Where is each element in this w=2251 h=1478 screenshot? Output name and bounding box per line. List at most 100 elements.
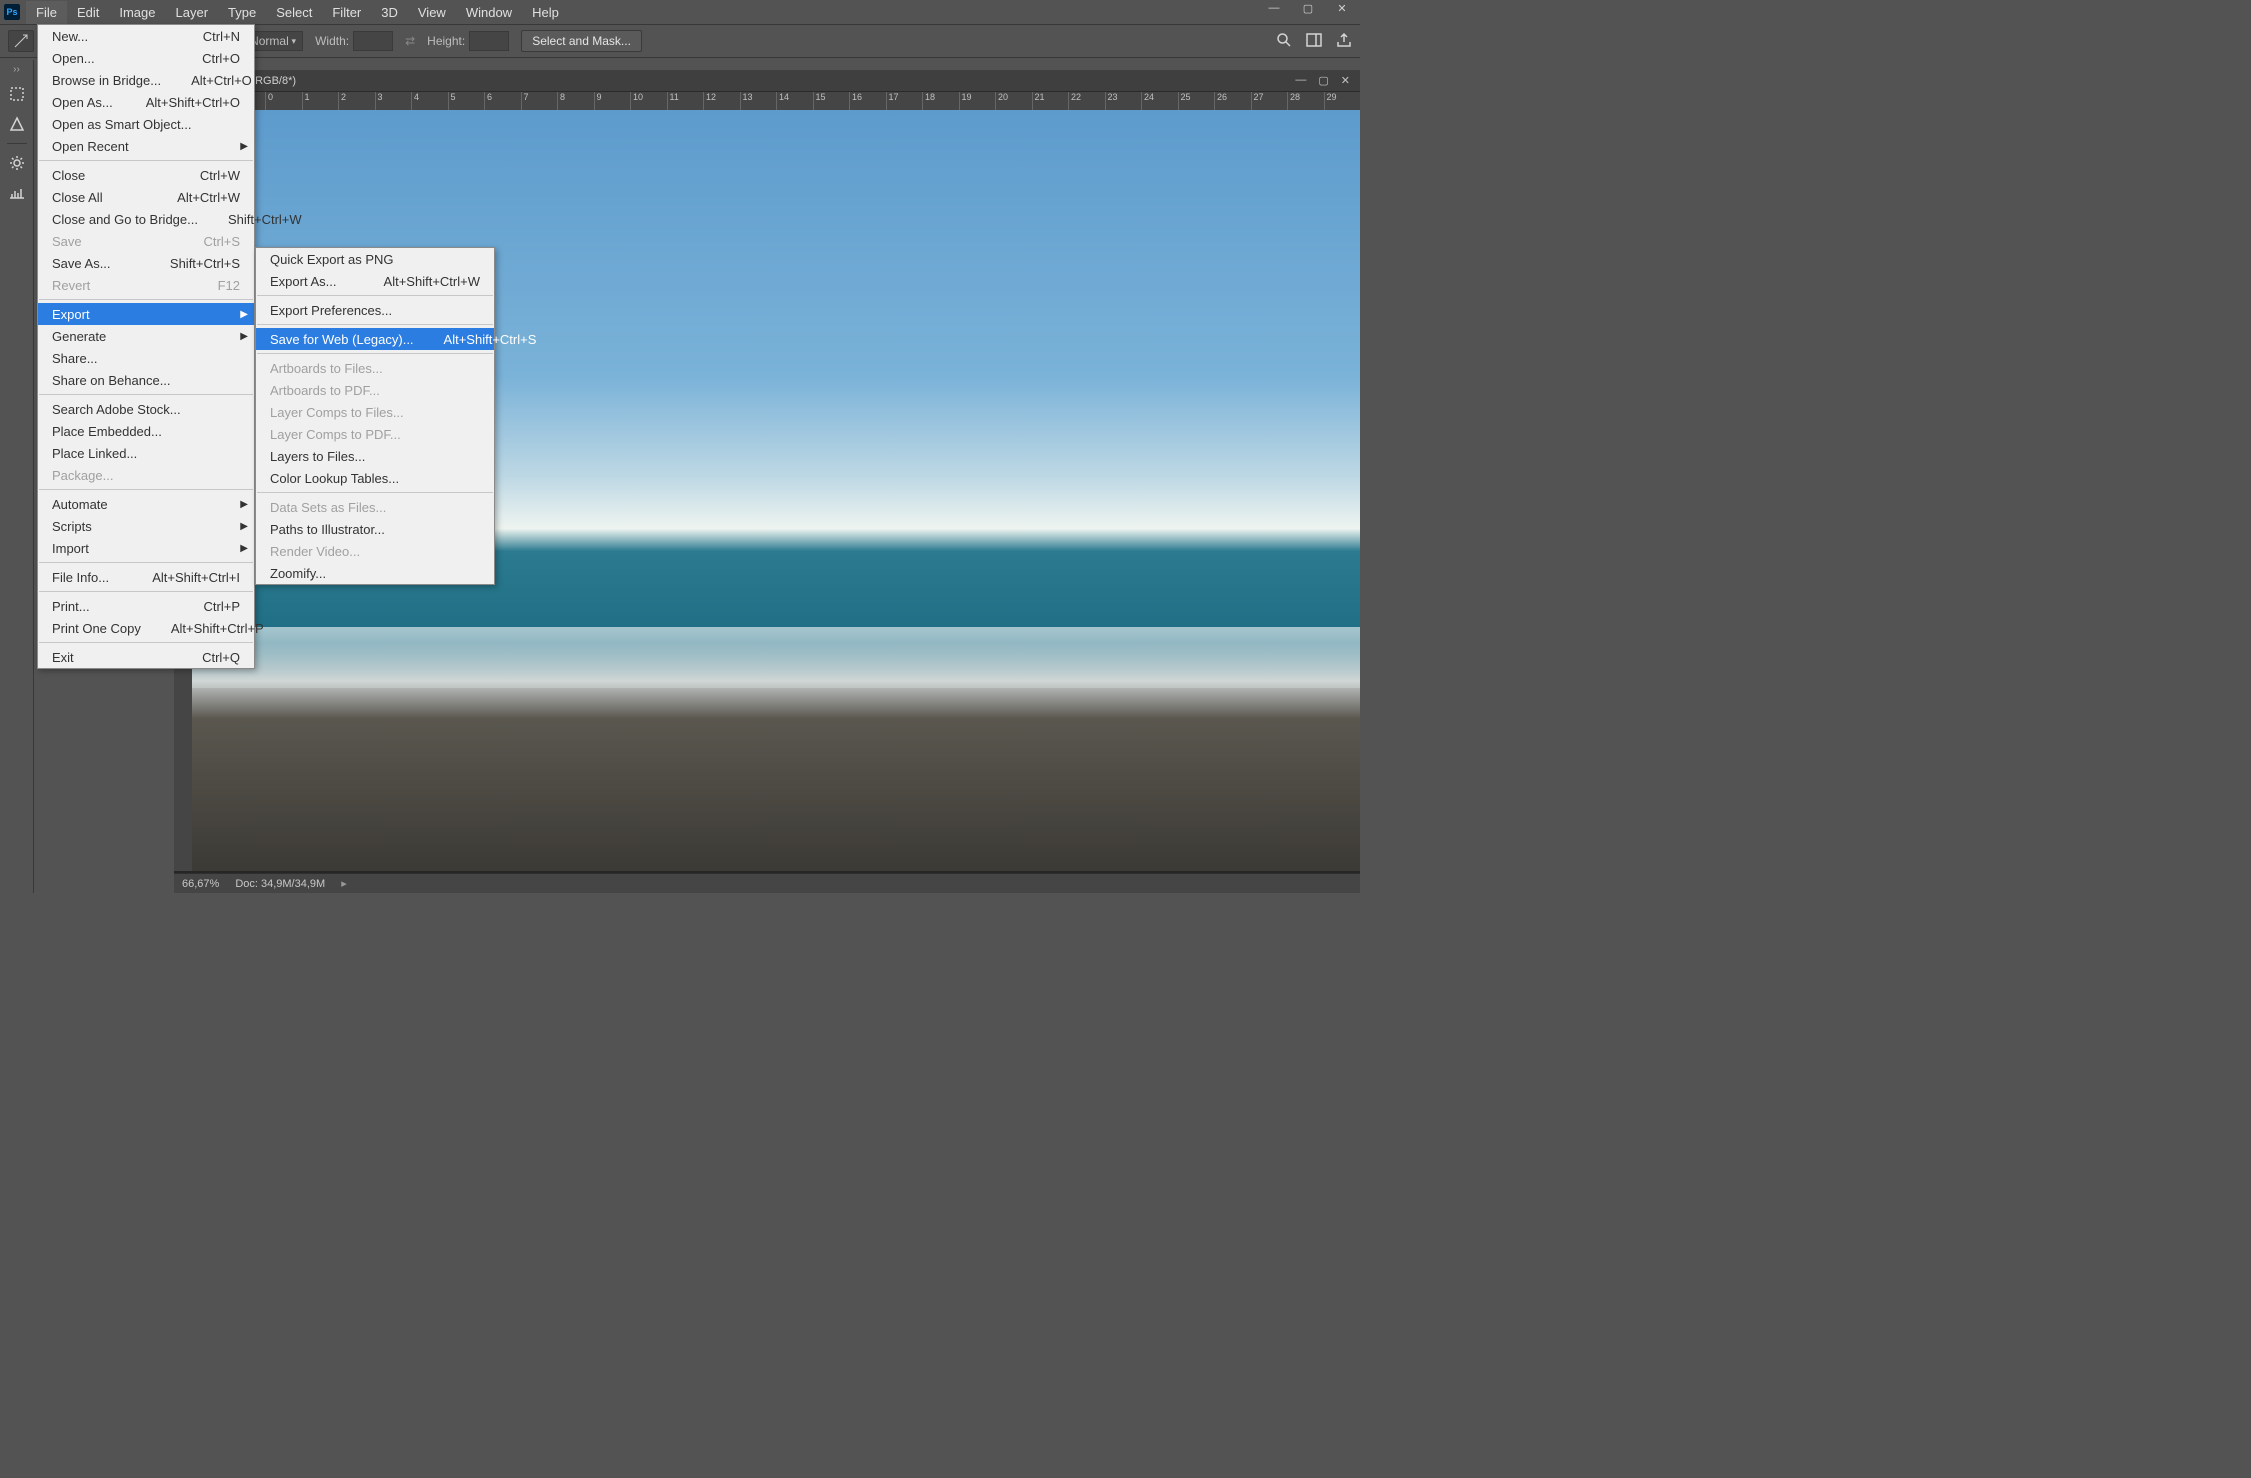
close-button[interactable]: ✕ (1330, 2, 1354, 15)
file-menu-shortcut-1: Ctrl+O (172, 51, 240, 66)
export-menu-label-5: Save for Web (Legacy)... (270, 332, 414, 347)
file-menu-label-17: Share on Behance... (52, 373, 171, 388)
export-menu-item-17[interactable]: Zoomify... (256, 562, 494, 584)
left-tool-strip: ›› (0, 60, 34, 893)
file-menu-item-24[interactable]: Automate▶ (38, 493, 254, 515)
file-menu-label-9: Close and Go to Bridge... (52, 212, 198, 227)
menu-window[interactable]: Window (456, 1, 522, 24)
export-menu-item-15[interactable]: Paths to Illustrator... (256, 518, 494, 540)
doc-close-icon[interactable]: ✕ (1341, 74, 1350, 87)
file-menu-label-26: Import (52, 541, 89, 556)
window-controls: — ▢ ✕ (1262, 2, 1354, 15)
menu-edit[interactable]: Edit (67, 1, 109, 24)
swap-icon[interactable]: ⇄ (405, 34, 415, 48)
file-menu-label-15: Generate (52, 329, 106, 344)
file-menu-item-31[interactable]: Print One CopyAlt+Shift+Ctrl+P (38, 617, 254, 639)
tool-icon-1[interactable] (6, 83, 28, 105)
export-menu-item-1[interactable]: Export As...Alt+Shift+Ctrl+W (256, 270, 494, 292)
file-menu-item-17[interactable]: Share on Behance... (38, 369, 254, 391)
file-menu-item-19[interactable]: Search Adobe Stock... (38, 398, 254, 420)
menu-file[interactable]: File (26, 1, 67, 24)
export-menu-shortcut-5: Alt+Shift+Ctrl+S (414, 332, 537, 347)
file-menu-item-21[interactable]: Place Linked... (38, 442, 254, 464)
file-menu-shortcut-0: Ctrl+N (173, 29, 240, 44)
file-menu-shortcut-2: Alt+Ctrl+O (161, 73, 252, 88)
file-menu-shortcut-7: Ctrl+W (170, 168, 240, 183)
minimize-button[interactable]: — (1262, 2, 1286, 15)
file-menu-item-14[interactable]: Export ▶ (38, 303, 254, 325)
file-menu-label-25: Scripts (52, 519, 92, 534)
file-menu-item-28[interactable]: File Info...Alt+Shift+Ctrl+I (38, 566, 254, 588)
export-menu-item-0[interactable]: Quick Export as PNG (256, 248, 494, 270)
file-menu-item-25[interactable]: Scripts▶ (38, 515, 254, 537)
style-value: Normal (250, 34, 289, 48)
file-menu-label-33: Exit (52, 650, 74, 665)
file-menu-item-3[interactable]: Open As...Alt+Shift+Ctrl+O (38, 91, 254, 113)
file-menu-label-10: Save (52, 234, 82, 249)
height-input[interactable] (469, 31, 509, 51)
document-tab[interactable]: PG @ 66,7% (RGB/8*) — ▢ ✕ (174, 70, 1360, 92)
file-menu-item-30[interactable]: Print...Ctrl+P (38, 595, 254, 617)
menu-3d[interactable]: 3D (371, 1, 408, 24)
file-menu-label-31: Print One Copy (52, 621, 141, 636)
maximize-button[interactable]: ▢ (1296, 2, 1320, 15)
file-menu-item-16[interactable]: Share... (38, 347, 254, 369)
doc-maximize-icon[interactable]: ▢ (1318, 74, 1328, 87)
menu-view[interactable]: View (408, 1, 456, 24)
file-menu-item-2[interactable]: Browse in Bridge...Alt+Ctrl+O (38, 69, 254, 91)
file-menu-label-16: Share... (52, 351, 98, 366)
export-menu-label-8: Artboards to PDF... (270, 383, 380, 398)
zoom-level[interactable]: 66,67% (182, 878, 219, 890)
menu-select[interactable]: Select (266, 1, 322, 24)
file-menu-item-9[interactable]: Close and Go to Bridge...Shift+Ctrl+W (38, 208, 254, 230)
export-menu-label-11: Layers to Files... (270, 449, 365, 464)
file-menu-item-11[interactable]: Save As...Shift+Ctrl+S (38, 252, 254, 274)
menu-layer[interactable]: Layer (166, 1, 219, 24)
tool-icon-4[interactable] (6, 182, 28, 204)
file-menu-label-14: Export (52, 307, 90, 322)
file-menu-shortcut-9: Shift+Ctrl+W (198, 212, 302, 227)
file-menu-item-8[interactable]: Close All Alt+Ctrl+W (38, 186, 254, 208)
tool-preset-icon[interactable] (8, 30, 34, 52)
file-menu-label-8: Close All (52, 190, 103, 205)
tool-icon-3[interactable] (6, 152, 28, 174)
search-icon[interactable] (1276, 32, 1292, 51)
tool-icon-2[interactable] (6, 113, 28, 135)
menu-image[interactable]: Image (109, 1, 165, 24)
workspace-icon[interactable] (1306, 32, 1322, 51)
width-input[interactable] (353, 31, 393, 51)
submenu-arrow-icon: ▶ (240, 543, 248, 554)
menu-help[interactable]: Help (522, 1, 569, 24)
export-menu-label-3: Export Preferences... (270, 303, 392, 318)
doc-info[interactable]: Doc: 34,9M/34,9M (235, 878, 325, 890)
file-menu-item-0[interactable]: New...Ctrl+N (38, 25, 254, 47)
file-menu-shortcut-28: Alt+Shift+Ctrl+I (122, 570, 240, 585)
export-menu-item-3[interactable]: Export Preferences... (256, 299, 494, 321)
file-menu-item-15[interactable]: Generate▶ (38, 325, 254, 347)
file-menu-item-33[interactable]: ExitCtrl+Q (38, 646, 254, 668)
file-menu-item-5[interactable]: Open Recent▶ (38, 135, 254, 157)
submenu-arrow-icon: ▶ (240, 309, 248, 320)
file-menu-item-1[interactable]: Open...Ctrl+O (38, 47, 254, 69)
menu-filter[interactable]: Filter (322, 1, 371, 24)
file-menu-item-26[interactable]: Import ▶ (38, 537, 254, 559)
doc-minimize-icon[interactable]: — (1295, 74, 1306, 87)
share-icon[interactable] (1336, 32, 1352, 51)
export-menu-item-11[interactable]: Layers to Files... (256, 445, 494, 467)
export-menu-item-5[interactable]: Save for Web (Legacy)...Alt+Shift+Ctrl+S (256, 328, 494, 350)
menu-type[interactable]: Type (218, 1, 266, 24)
width-label: Width: (315, 34, 349, 48)
file-menu-item-7[interactable]: CloseCtrl+W (38, 164, 254, 186)
file-menu-label-20: Place Embedded... (52, 424, 162, 439)
file-menu-item-4[interactable]: Open as Smart Object... (38, 113, 254, 135)
export-menu-label-16: Render Video... (270, 544, 360, 559)
file-menu-shortcut-8: Alt+Ctrl+W (147, 190, 240, 205)
file-menu-item-20[interactable]: Place Embedded... (38, 420, 254, 442)
export-menu-label-7: Artboards to Files... (270, 361, 383, 376)
file-menu-label-3: Open As... (52, 95, 113, 110)
file-menu-shortcut-31: Alt+Shift+Ctrl+P (141, 621, 264, 636)
status-chevron-icon[interactable]: ▸ (341, 877, 347, 890)
export-menu-item-12[interactable]: Color Lookup Tables... (256, 467, 494, 489)
export-menu-item-16: Render Video... (256, 540, 494, 562)
select-and-mask-button[interactable]: Select and Mask... (521, 30, 642, 52)
